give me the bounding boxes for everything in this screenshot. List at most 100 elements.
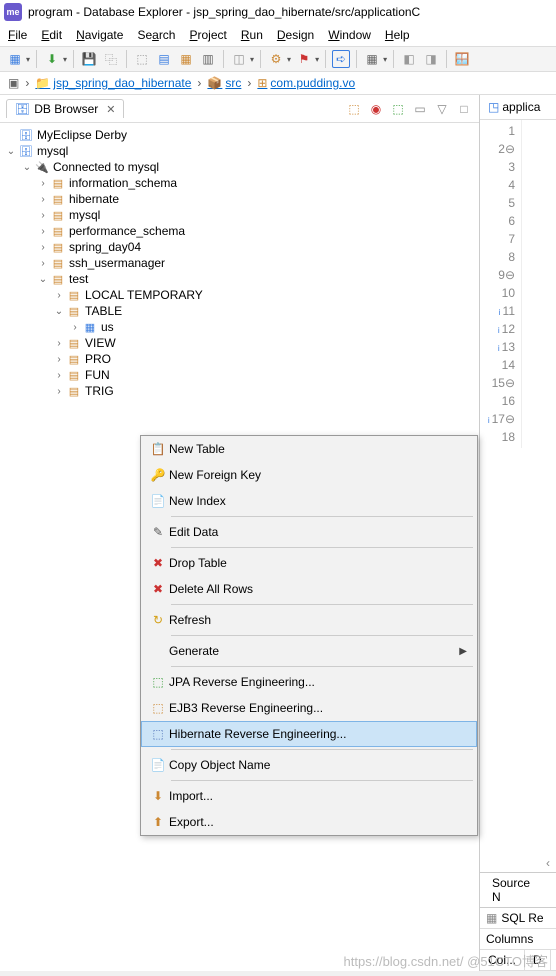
tree-toggle-icon[interactable]: › [36, 178, 50, 189]
submenu-arrow-icon: ▶ [459, 646, 467, 657]
db-browser-tab[interactable]: 🗄 DB Browser ✕ [6, 99, 124, 118]
dropdown-arrow-icon[interactable]: ▾ [315, 55, 319, 64]
minimize-icon[interactable]: ▣ [8, 76, 19, 90]
tree-toggle-icon[interactable]: › [68, 322, 82, 333]
tree-toggle-icon[interactable]: ⌄ [52, 306, 66, 317]
tree-toggle-icon[interactable]: › [52, 386, 66, 397]
tree-node[interactable]: ›▤PRO [2, 351, 477, 367]
tree-toggle-icon[interactable]: › [36, 210, 50, 221]
dropdown-arrow-icon[interactable]: ▾ [383, 55, 387, 64]
editor-file-tab[interactable]: ◳ applica [484, 98, 544, 116]
action1-button[interactable]: ⬚ [345, 100, 363, 118]
tree-toggle-icon[interactable]: › [52, 354, 66, 365]
tool6-button[interactable]: ⚙ [267, 50, 285, 68]
tree-node[interactable]: ›▤mysql [2, 207, 477, 223]
tree-toggle-icon[interactable]: ⌄ [4, 146, 18, 157]
tree-node[interactable]: ›▤TRIG [2, 383, 477, 399]
ctx-new-table[interactable]: 📋New Table [141, 436, 477, 462]
action3-button[interactable]: ⬚ [389, 100, 407, 118]
tree-toggle-icon[interactable]: ⌄ [20, 162, 34, 173]
action4-button[interactable]: ▭ [411, 100, 429, 118]
ctx-drop-table[interactable]: ✖Drop Table [141, 550, 477, 576]
menu-navigate[interactable]: Navigate [76, 28, 123, 42]
breadcrumb-src[interactable]: 📦src [207, 76, 241, 90]
folder-icon: ▤ [66, 384, 82, 398]
ctx-delete-all-rows[interactable]: ✖Delete All Rows [141, 576, 477, 602]
ctx-new-foreign-key[interactable]: 🔑New Foreign Key [141, 462, 477, 488]
tree-node[interactable]: ›▤FUN [2, 367, 477, 383]
tree-toggle-icon[interactable]: › [36, 258, 50, 269]
tree-node[interactable]: ›▤information_schema [2, 175, 477, 191]
minimize-button[interactable]: ▽ [433, 100, 451, 118]
tree-node[interactable]: ›▦us [2, 319, 477, 335]
code-area[interactable] [522, 120, 530, 448]
menu-file[interactable]: File [8, 28, 27, 42]
ctx-export[interactable]: ⬆Export... [141, 809, 477, 835]
deploy-button[interactable]: ⬇ [43, 50, 61, 68]
ctx-ejb3-reverse-engineering[interactable]: ⬚EJB3 Reverse Engineering... [141, 695, 477, 721]
tree-node[interactable]: ⌄🔌Connected to mysql [2, 159, 477, 175]
close-icon[interactable]: ✕ [106, 103, 115, 116]
tree-toggle-icon[interactable]: › [36, 194, 50, 205]
tree-toggle-icon[interactable]: ⌄ [36, 274, 50, 285]
ctx-new-index[interactable]: 📄New Index [141, 488, 477, 514]
tool1-button[interactable]: ⬚ [133, 50, 151, 68]
menu-project[interactable]: Project [189, 28, 226, 42]
tree-node[interactable]: ›▤VIEW [2, 335, 477, 351]
main-toolbar: ▦▾ ⬇▾ 💾 ⿻ ⬚ ▤ ▦ ▥ ◫▾ ⚙▾ ⚑▾ ➪ ▦▾ ◧ ◨ 🪟 [0, 46, 556, 72]
schema-icon: ▤ [50, 176, 66, 190]
breadcrumb-project[interactable]: 📁jsp_spring_dao_hibernate [35, 76, 191, 90]
menu-run[interactable]: Run [241, 28, 263, 42]
tree-toggle-icon[interactable]: › [52, 370, 66, 381]
ctx-copy-object-name[interactable]: 📄Copy Object Name [141, 752, 477, 778]
tool4-button[interactable]: ▥ [199, 50, 217, 68]
ctx-refresh[interactable]: ↻Refresh [141, 607, 477, 633]
tree-node[interactable]: ⌄🗄mysql [2, 143, 477, 159]
tree-toggle-icon[interactable]: › [36, 226, 50, 237]
sql-results-tab[interactable]: ▦ SQL Re [480, 908, 556, 929]
tree-node[interactable]: ›▤hibernate [2, 191, 477, 207]
menu-design[interactable]: Design [277, 28, 314, 42]
tree-node[interactable]: ›▤performance_schema [2, 223, 477, 239]
tree-toggle-icon[interactable]: › [36, 242, 50, 253]
tree-node[interactable]: ⌄▤TABLE [2, 303, 477, 319]
maximize-button[interactable]: □ [455, 100, 473, 118]
ctx-import[interactable]: ⬇Import... [141, 783, 477, 809]
tool7-button[interactable]: ⚑ [295, 50, 313, 68]
dropdown-arrow-icon[interactable]: ▾ [287, 55, 291, 64]
save-all-button[interactable]: ⿻ [102, 50, 120, 68]
ctx-hibernate-reverse-engineering[interactable]: ⬚Hibernate Reverse Engineering... [141, 721, 477, 747]
ctx-jpa-reverse-engineering[interactable]: ⬚JPA Reverse Engineering... [141, 669, 477, 695]
tool9-button[interactable]: ▦ [363, 50, 381, 68]
columns-tab[interactable]: Columns [486, 932, 533, 946]
tree-node[interactable]: ›▤LOCAL TEMPORARY [2, 287, 477, 303]
tool5-button[interactable]: ◫ [230, 50, 248, 68]
tree-toggle-icon[interactable]: › [52, 338, 66, 349]
breadcrumb-package[interactable]: ⊞com.pudding.vo [257, 76, 355, 90]
tree-node[interactable]: ›▤ssh_usermanager [2, 255, 477, 271]
tool12-button[interactable]: 🪟 [453, 50, 471, 68]
menu-help[interactable]: Help [385, 28, 410, 42]
tree-node[interactable]: ⌄▤test [2, 271, 477, 287]
menu-search[interactable]: Search [137, 28, 175, 42]
tool10-button[interactable]: ◧ [400, 50, 418, 68]
tree-node[interactable]: ›▤spring_day04 [2, 239, 477, 255]
tool3-button[interactable]: ▦ [177, 50, 195, 68]
save-button[interactable]: 💾 [80, 50, 98, 68]
tool11-button[interactable]: ◨ [422, 50, 440, 68]
new-button[interactable]: ▦ [6, 50, 24, 68]
tool8-button[interactable]: ➪ [332, 50, 350, 68]
menu-window[interactable]: Window [328, 28, 371, 42]
menu-edit[interactable]: Edit [41, 28, 62, 42]
conn-icon: 🔌 [34, 160, 50, 174]
tree-toggle-icon[interactable]: › [52, 290, 66, 301]
dropdown-arrow-icon[interactable]: ▾ [63, 55, 67, 64]
hscroll-icon[interactable]: ‹ [480, 854, 556, 872]
tool2-button[interactable]: ▤ [155, 50, 173, 68]
dropdown-arrow-icon[interactable]: ▾ [26, 55, 30, 64]
tree-node[interactable]: 🗄MyEclipse Derby [2, 127, 477, 143]
dropdown-arrow-icon[interactable]: ▾ [250, 55, 254, 64]
ctx-edit-data[interactable]: ✎Edit Data [141, 519, 477, 545]
ctx-generate[interactable]: Generate▶ [141, 638, 477, 664]
action2-button[interactable]: ◉ [367, 100, 385, 118]
